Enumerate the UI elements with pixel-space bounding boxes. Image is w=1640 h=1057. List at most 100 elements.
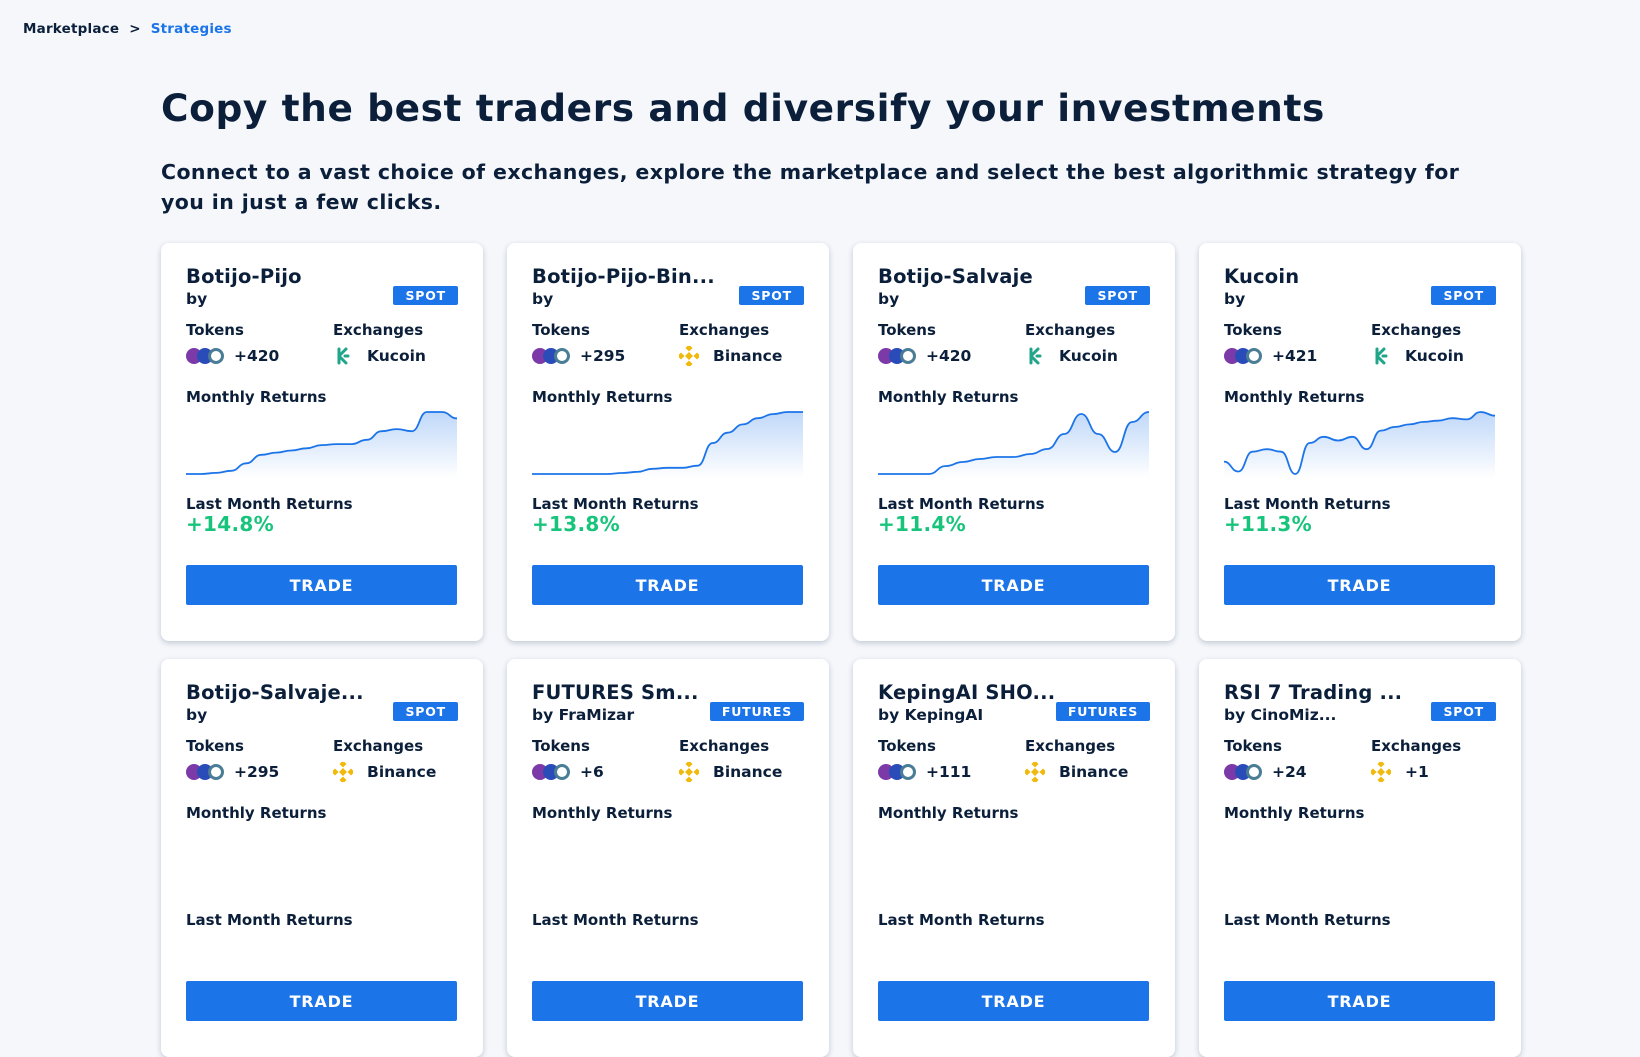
strategy-author: by <box>532 290 554 308</box>
market-type-badge: SPOT <box>1085 286 1150 305</box>
exchange-list: Kucoin <box>1025 345 1118 367</box>
breadcrumb-marketplace-link[interactable]: Marketplace <box>23 21 119 37</box>
strategy-author: by CinoMiz... <box>1224 706 1337 724</box>
exchanges-label: Exchanges <box>679 737 770 755</box>
exchange-list: Binance <box>679 761 782 783</box>
monthly-returns-chart <box>878 411 1149 478</box>
monthly-returns-label: Monthly Returns <box>532 388 673 406</box>
last-month-returns-label: Last Month Returns <box>186 911 353 929</box>
last-month-returns-value: +11.4% <box>878 512 966 536</box>
strategy-card[interactable]: Botijo-Salvaje by SPOT Tokens Exchanges … <box>853 243 1175 641</box>
exchange-name: Kucoin <box>1059 347 1118 365</box>
token-count: +420 <box>926 347 972 365</box>
kucoin-icon <box>337 347 350 365</box>
strategy-author: by <box>878 290 900 308</box>
strategy-name[interactable]: Botijo-Pijo-Bin... <box>532 265 715 288</box>
trade-button[interactable]: TRADE <box>186 981 457 1021</box>
trade-button[interactable]: TRADE <box>878 565 1149 605</box>
exchanges-label: Exchanges <box>679 321 770 339</box>
binance-icon <box>1371 762 1391 782</box>
monthly-returns-label: Monthly Returns <box>186 804 327 822</box>
trade-button[interactable]: TRADE <box>532 981 803 1021</box>
token-icon <box>208 348 224 364</box>
last-month-returns-value: +14.8% <box>186 512 274 536</box>
strategy-author: by <box>1224 290 1246 308</box>
last-month-returns-label: Last Month Returns <box>532 495 699 513</box>
token-list: +420 <box>186 345 279 367</box>
trade-button[interactable]: TRADE <box>1224 981 1495 1021</box>
market-type-badge: SPOT <box>1431 702 1496 721</box>
binance-icon <box>679 346 699 366</box>
exchange-list: Kucoin <box>1371 345 1464 367</box>
monthly-returns-label: Monthly Returns <box>878 388 1019 406</box>
token-icon <box>554 348 570 364</box>
tokens-label: Tokens <box>532 737 590 755</box>
market-type-badge: FUTURES <box>709 702 804 721</box>
exchange-list: Kucoin <box>333 345 426 367</box>
breadcrumb-strategies-link[interactable]: Strategies <box>151 21 232 37</box>
monthly-returns-chart <box>1224 824 1495 894</box>
strategy-name[interactable]: Botijo-Salvaje <box>878 265 1033 288</box>
token-count: +295 <box>234 763 280 781</box>
page-subtitle: Connect to a vast choice of exchanges, e… <box>161 160 1460 214</box>
exchange-name: Kucoin <box>367 347 426 365</box>
strategy-name[interactable]: Kucoin <box>1224 265 1299 288</box>
strategy-card[interactable]: Kucoin by SPOT Tokens Exchanges +421 Kuc… <box>1199 243 1521 641</box>
trade-button[interactable]: TRADE <box>878 981 1149 1021</box>
strategy-name[interactable]: FUTURES Sm... <box>532 681 699 704</box>
trade-button[interactable]: TRADE <box>186 565 457 605</box>
token-icons <box>186 345 230 367</box>
page-title: Copy the best traders and diversify your… <box>161 86 1325 130</box>
exchanges-label: Exchanges <box>1371 737 1462 755</box>
last-month-returns-value: +13.8% <box>532 512 620 536</box>
tokens-label: Tokens <box>186 321 244 339</box>
binance-icon <box>1025 762 1045 782</box>
strategy-card[interactable]: Botijo-Pijo-Bin... by SPOT Tokens Exchan… <box>507 243 829 641</box>
monthly-returns-label: Monthly Returns <box>532 804 673 822</box>
strategy-grid: Botijo-Pijo by SPOT Tokens Exchanges +42… <box>161 243 1521 1057</box>
exchange-name: Binance <box>713 763 783 781</box>
strategy-card[interactable]: FUTURES Sm... by FraMizar FUTURES Tokens… <box>507 659 829 1057</box>
exchange-name: Kucoin <box>1405 347 1464 365</box>
breadcrumb: Marketplace > Strategies <box>23 21 232 37</box>
token-icons <box>878 345 922 367</box>
binance-icon <box>333 762 353 782</box>
strategy-card[interactable]: Botijo-Pijo by SPOT Tokens Exchanges +42… <box>161 243 483 641</box>
breadcrumb-separator: > <box>129 21 141 37</box>
strategy-card[interactable]: Botijo-Salvaje... by SPOT Tokens Exchang… <box>161 659 483 1057</box>
monthly-returns-chart <box>1224 411 1495 478</box>
strategy-card[interactable]: RSI 7 Trading ... by CinoMiz... SPOT Tok… <box>1199 659 1521 1057</box>
token-icon <box>900 764 916 780</box>
exchanges-label: Exchanges <box>1371 321 1462 339</box>
token-list: +24 <box>1224 761 1307 783</box>
tokens-label: Tokens <box>532 321 590 339</box>
trade-button[interactable]: TRADE <box>1224 565 1495 605</box>
last-month-returns-value: +11.3% <box>1224 512 1312 536</box>
exchange-name: Binance <box>1059 763 1129 781</box>
market-type-badge: SPOT <box>393 702 458 721</box>
strategy-name[interactable]: Botijo-Salvaje... <box>186 681 364 704</box>
trade-button[interactable]: TRADE <box>532 565 803 605</box>
strategy-name[interactable]: RSI 7 Trading ... <box>1224 681 1402 704</box>
monthly-returns-label: Monthly Returns <box>1224 388 1365 406</box>
strategy-card[interactable]: KepingAI SHO... by KepingAI FUTURES Toke… <box>853 659 1175 1057</box>
kucoin-icon <box>1029 347 1042 365</box>
tokens-label: Tokens <box>186 737 244 755</box>
strategy-author: by <box>186 706 208 724</box>
token-icon <box>900 348 916 364</box>
monthly-returns-chart <box>186 824 457 894</box>
token-list: +295 <box>186 761 279 783</box>
exchanges-label: Exchanges <box>333 321 424 339</box>
exchange-list: Binance <box>1025 761 1128 783</box>
last-month-returns-label: Last Month Returns <box>1224 911 1391 929</box>
token-count: +24 <box>1272 763 1307 781</box>
last-month-returns-label: Last Month Returns <box>532 911 699 929</box>
strategy-name[interactable]: Botijo-Pijo <box>186 265 302 288</box>
token-icons <box>1224 761 1268 783</box>
token-icons <box>878 761 922 783</box>
token-icon <box>554 764 570 780</box>
exchange-list: +1 <box>1371 761 1429 783</box>
monthly-returns-chart <box>532 824 803 894</box>
strategy-name[interactable]: KepingAI SHO... <box>878 681 1055 704</box>
token-list: +420 <box>878 345 971 367</box>
